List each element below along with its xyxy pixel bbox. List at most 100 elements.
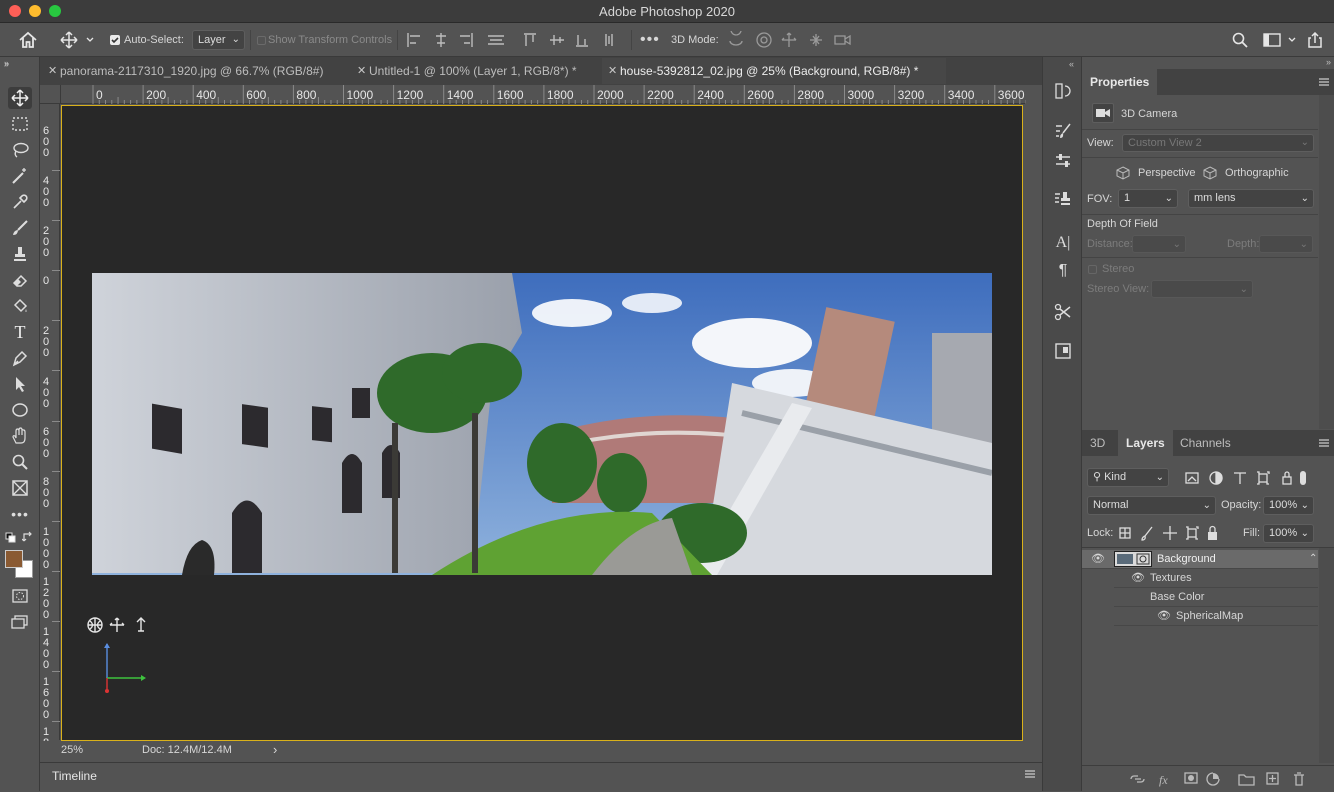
paint-bucket-tool-icon[interactable] bbox=[8, 295, 32, 317]
layer-row-background[interactable]: 👁 Background ⌃ bbox=[1082, 550, 1318, 569]
quick-selection-tool-icon[interactable] bbox=[8, 165, 32, 187]
collapse-panels-icon[interactable]: » bbox=[4, 58, 9, 68]
lock-icons[interactable] bbox=[1118, 525, 1218, 541]
tab-layers[interactable]: Layers bbox=[1118, 430, 1173, 456]
fx-icon[interactable]: fx bbox=[1159, 773, 1168, 787]
distance-input[interactable]: ⌄ bbox=[1132, 235, 1186, 253]
fov-input[interactable]: 1 ⌄ bbox=[1118, 189, 1178, 208]
blend-mode-dropdown[interactable]: Normal ⌄ bbox=[1087, 496, 1216, 515]
collapse-icon[interactable]: « bbox=[1069, 59, 1074, 69]
tab-channels[interactable]: Channels bbox=[1172, 430, 1239, 456]
paragraph-icon[interactable]: ¶ bbox=[1053, 261, 1073, 281]
tab-3d[interactable]: 3D bbox=[1082, 430, 1113, 456]
collapse-icon[interactable]: » bbox=[1326, 57, 1331, 67]
layer-row-textures[interactable]: 👁 Textures bbox=[1114, 569, 1318, 588]
share-icon[interactable] bbox=[1307, 23, 1323, 57]
perspective-icon[interactable] bbox=[1116, 166, 1130, 180]
auto-select-value: Layer bbox=[198, 34, 226, 46]
tab-panorama[interactable]: ✕ panorama-2117310_1920.jpg @ 66.7% (RGB/… bbox=[42, 58, 348, 84]
character-icon[interactable]: A| bbox=[1053, 233, 1073, 253]
panel-menu-icon[interactable] bbox=[1318, 77, 1330, 87]
panel-dock: « A| ¶ bbox=[1042, 57, 1082, 791]
adjustments-icon[interactable] bbox=[1053, 151, 1073, 171]
brush-settings-icon[interactable] bbox=[1053, 121, 1073, 141]
swap-colors-icon[interactable] bbox=[22, 531, 34, 543]
chevron-down-icon: ⌄ bbox=[1300, 193, 1309, 204]
clone-source-icon[interactable] bbox=[1053, 189, 1073, 209]
tab-properties[interactable]: Properties bbox=[1082, 69, 1158, 95]
tab-house[interactable]: ✕ house-5392812_02.jpg @ 25% (Background,… bbox=[602, 58, 946, 84]
default-colors-icon[interactable] bbox=[5, 532, 17, 544]
divider bbox=[631, 30, 632, 50]
scrollbar[interactable] bbox=[1319, 95, 1334, 429]
status-menu-icon[interactable]: › bbox=[273, 742, 277, 757]
3d-panel-icon[interactable] bbox=[1053, 341, 1073, 361]
history-icon[interactable] bbox=[1053, 81, 1073, 101]
layer-row-base-color[interactable]: Base Color bbox=[1114, 588, 1318, 607]
panel-menu-icon[interactable] bbox=[1318, 438, 1330, 448]
move-tool-icon[interactable] bbox=[8, 87, 32, 109]
search-icon[interactable] bbox=[1232, 23, 1248, 57]
path-selection-tool-icon[interactable] bbox=[8, 373, 32, 395]
ruler-label: 2000 bbox=[597, 88, 624, 102]
close-tab-icon[interactable]: ✕ bbox=[357, 58, 366, 84]
lasso-tool-icon[interactable] bbox=[8, 139, 32, 161]
chevron-up-icon[interactable]: ⌃ bbox=[1309, 549, 1317, 568]
stereo-view-dropdown[interactable]: ⌄ bbox=[1151, 280, 1253, 298]
more-options-icon[interactable]: ••• bbox=[640, 23, 660, 57]
filter-kind-dropdown[interactable]: ⚲ Kind ⌄ bbox=[1087, 468, 1169, 487]
stamp-tool-icon[interactable] bbox=[8, 243, 32, 265]
align-edges-icons[interactable] bbox=[406, 23, 626, 57]
tools-settings-icon[interactable] bbox=[1053, 302, 1073, 322]
auto-select-checkbox[interactable] bbox=[110, 23, 120, 57]
orthographic-icon[interactable] bbox=[1203, 166, 1217, 180]
ruler-label: 2800 bbox=[797, 88, 825, 102]
tab-untitled[interactable]: ✕ Untitled-1 @ 100% (Layer 1, RGB/8*) * bbox=[351, 58, 597, 84]
workspace-icon[interactable] bbox=[1263, 23, 1297, 57]
fill-input[interactable]: 100% ⌄ bbox=[1263, 524, 1314, 543]
opacity-input[interactable]: 100% ⌄ bbox=[1263, 496, 1314, 515]
orthographic-label[interactable]: Orthographic bbox=[1225, 167, 1289, 179]
home-icon[interactable] bbox=[18, 23, 38, 57]
perspective-label[interactable]: Perspective bbox=[1138, 167, 1195, 179]
screen-mode-icon[interactable] bbox=[8, 611, 32, 633]
timeline-tab[interactable]: Timeline bbox=[52, 769, 97, 783]
ruler-tick bbox=[52, 570, 60, 572]
zoom-level[interactable]: 25% bbox=[61, 744, 83, 756]
filter-icons[interactable] bbox=[1184, 470, 1308, 486]
view-dropdown[interactable]: Custom View 2 ⌄ bbox=[1122, 134, 1314, 152]
layer-row-spherical-map[interactable]: 👁 SphericalMap bbox=[1114, 607, 1318, 626]
marquee-tool-icon[interactable] bbox=[8, 113, 32, 135]
3d-axis-widget[interactable] bbox=[86, 616, 156, 700]
move-tool-preset-icon[interactable] bbox=[60, 23, 94, 57]
ellipse-tool-icon[interactable] bbox=[8, 399, 32, 421]
stereo-checkbox[interactable] bbox=[1088, 265, 1097, 274]
eraser-tool-icon[interactable] bbox=[8, 269, 32, 291]
scrollbar[interactable] bbox=[1319, 548, 1334, 763]
more-tools-icon[interactable]: ••• bbox=[8, 503, 32, 525]
lens-dropdown[interactable]: mm lens ⌄ bbox=[1188, 189, 1314, 208]
foreground-color-swatch[interactable] bbox=[5, 550, 23, 568]
frame-tool-icon[interactable] bbox=[8, 477, 32, 499]
pen-tool-icon[interactable] bbox=[8, 347, 32, 369]
visibility-eye-icon[interactable]: 👁 bbox=[1157, 607, 1171, 626]
close-tab-icon[interactable]: ✕ bbox=[48, 58, 57, 84]
show-transform-checkbox[interactable] bbox=[257, 23, 266, 57]
ruler-label: 4 0 0 bbox=[42, 175, 50, 210]
type-tool-icon[interactable]: T bbox=[8, 321, 32, 343]
ruler-label: 4 0 0 bbox=[42, 375, 50, 410]
close-tab-icon[interactable]: ✕ bbox=[608, 58, 617, 84]
visibility-eye-icon[interactable]: 👁 bbox=[1131, 569, 1145, 588]
visibility-eye-icon[interactable]: 👁 bbox=[1091, 550, 1105, 569]
ruler-label: 1 6 0 0 bbox=[42, 676, 50, 722]
3d-mode-icons[interactable] bbox=[727, 23, 853, 57]
quick-mask-icon[interactable] bbox=[8, 585, 32, 607]
ruler-label: 2200 bbox=[647, 88, 674, 102]
brush-tool-icon[interactable] bbox=[8, 217, 32, 239]
panel-menu-icon[interactable] bbox=[1024, 769, 1036, 779]
zoom-tool-icon[interactable] bbox=[8, 451, 32, 473]
auto-select-dropdown[interactable]: Layer ⌄ bbox=[192, 30, 245, 50]
eyedropper-tool-icon[interactable] bbox=[8, 191, 32, 213]
hand-tool-icon[interactable] bbox=[8, 425, 32, 447]
depth-input[interactable]: ⌄ bbox=[1259, 235, 1313, 253]
